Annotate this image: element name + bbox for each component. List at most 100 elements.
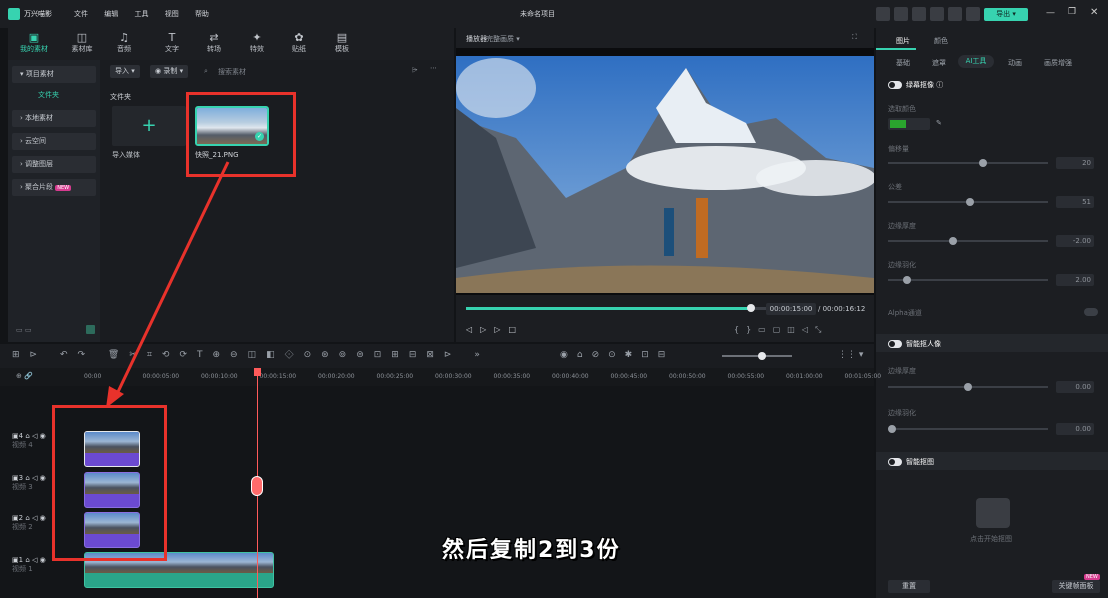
import-media-tile[interactable]: + <box>112 106 186 146</box>
maximize-icon[interactable]: ❐ <box>1068 7 1076 17</box>
import-dropdown[interactable]: 导入 ▾ <box>110 65 140 78</box>
eye-icon[interactable]: ◉ <box>40 556 46 564</box>
menu-file[interactable]: 文件 <box>74 10 88 18</box>
tool-effects[interactable]: ✦ 特效 <box>241 32 273 54</box>
lock-icon[interactable]: ⌂ <box>25 556 29 564</box>
portrait-feather-value[interactable]: 0.00 <box>1056 423 1094 435</box>
tool-audio[interactable]: ♫ 音频 <box>108 32 140 54</box>
folder-icon[interactable]: ▭ ▭ <box>16 326 31 334</box>
zoom-handle[interactable] <box>758 352 766 360</box>
tab-image[interactable]: 图片 <box>896 36 910 46</box>
playhead-marker[interactable] <box>254 368 261 376</box>
alpha-toggle[interactable] <box>1084 308 1098 316</box>
sidebar-item-adjustment[interactable]: › 调整图层 <box>12 156 96 173</box>
eyedropper-icon[interactable]: ✎ <box>936 119 942 127</box>
menu-tools[interactable]: 工具 <box>134 10 148 18</box>
tool-transition[interactable]: ⇄ 转场 <box>198 32 230 54</box>
reset-button[interactable]: 重置 <box>888 580 930 593</box>
tolerance-slider[interactable] <box>888 198 1048 206</box>
filter-icon[interactable]: ⩥ <box>412 66 418 75</box>
track-tools[interactable]: ◉⌂⊘⊙✱⊡⊟ <box>560 350 674 360</box>
collapse-icon[interactable] <box>86 325 95 334</box>
portrait-thickness-slider[interactable] <box>888 383 1048 391</box>
subtab-enhance[interactable]: 画质增强 <box>1044 58 1072 68</box>
minimize-icon[interactable]: — <box>1046 8 1055 18</box>
eye-icon[interactable]: ◉ <box>40 514 46 522</box>
sidebar-item-compound[interactable]: › 聚合片段 NEW <box>12 179 96 196</box>
tool-sticker[interactable]: ✿ 贴纸 <box>283 32 315 54</box>
cutout-toggle[interactable] <box>888 458 902 466</box>
slider-knob[interactable] <box>888 425 896 433</box>
tolerance-value[interactable]: 51 <box>1056 196 1094 208</box>
eye-icon[interactable]: ◉ <box>40 474 46 482</box>
subtab-mask[interactable]: 遮罩 <box>932 58 946 68</box>
portrait-toggle[interactable] <box>888 340 902 348</box>
audio-icon[interactable]: ◁ <box>32 432 37 440</box>
tool-my-media[interactable]: ▣ 我的素材 <box>18 32 50 54</box>
keyframe-button[interactable]: 关键帧面板 <box>1052 580 1100 593</box>
smart-cutout-icon[interactable] <box>976 498 1010 528</box>
video-preview[interactable] <box>456 48 876 295</box>
search-input[interactable]: 搜索素材 <box>218 67 246 77</box>
snapshot-icon[interactable]: ⛶ <box>852 33 857 42</box>
track-header-1[interactable]: ▣1 ⌂ ◁ ◉ 视频 1 <box>12 556 82 594</box>
smart-cutout-section[interactable]: 智能抠图 <box>888 457 934 467</box>
tool-stock[interactable]: ◫ 素材库 <box>66 32 98 54</box>
tool-template[interactable]: ▤ 模板 <box>326 32 358 54</box>
edge-feather-value[interactable]: 2.00 <box>1056 274 1094 286</box>
menu-view[interactable]: 视图 <box>165 10 179 18</box>
track-add-icon[interactable]: ⊕ 🔗 <box>16 372 33 380</box>
monitor-icon[interactable] <box>876 7 890 21</box>
audio-icon[interactable]: ◁ <box>32 556 37 564</box>
preview-tools[interactable]: {}▭▢◫◁⤡ <box>734 325 828 335</box>
grid-icon[interactable] <box>948 7 962 21</box>
edge-thickness-slider[interactable] <box>888 237 1048 245</box>
progress-track[interactable] <box>466 307 766 310</box>
cloud-icon[interactable] <box>912 7 926 21</box>
portrait-thickness-value[interactable]: 0.00 <box>1056 381 1094 393</box>
lock-icon[interactable]: ⌂ <box>25 432 29 440</box>
timeline-ruler[interactable]: ⊕ 🔗 00:00 00:00:05:00 00:00:10:00 00:00:15:… <box>0 368 881 386</box>
export-button[interactable]: 导出 ▾ <box>984 8 1028 21</box>
smart-portrait-section[interactable]: 智能抠人像 <box>888 339 941 349</box>
offset-slider[interactable] <box>888 159 1048 167</box>
edit-tools[interactable]: ⊞⊳ ↶↷ 🗑✂⌗⟲⟳T⊕⊖◫◧⟐⊙⊛⊚⊜⊡⊞⊟⊠⊳ » <box>12 350 490 360</box>
subtab-ai-tools[interactable]: AI工具 <box>958 55 994 68</box>
menu-bar[interactable]: 文件 编辑 工具 视图 帮助 <box>74 9 223 19</box>
sidebar-item-cloud[interactable]: › 云空间 <box>12 133 96 150</box>
close-icon[interactable]: ✕ <box>1090 7 1098 18</box>
lock-icon[interactable]: ⌂ <box>25 514 29 522</box>
record-dropdown[interactable]: ◉ 录制 ▾ <box>150 65 189 78</box>
quality-dropdown[interactable]: 完整画质 ▾ <box>486 34 520 44</box>
slider-knob[interactable] <box>964 383 972 391</box>
slider-knob[interactable] <box>948 237 957 245</box>
zoom-slider[interactable] <box>722 352 792 360</box>
user-icon[interactable] <box>966 7 980 21</box>
slider-knob[interactable] <box>965 198 974 206</box>
slider-knob[interactable] <box>979 159 988 167</box>
portrait-feather-slider[interactable] <box>888 425 1048 433</box>
eye-icon[interactable]: ◉ <box>40 432 46 440</box>
menu-edit[interactable]: 编辑 <box>104 10 118 18</box>
subtab-animation[interactable]: 动画 <box>1008 58 1022 68</box>
save-icon[interactable] <box>894 7 908 21</box>
audio-icon[interactable]: ◁ <box>32 474 37 482</box>
progress-handle[interactable] <box>747 304 755 312</box>
player-tab[interactable]: 播放器 <box>466 34 487 44</box>
lock-icon[interactable]: ⌂ <box>25 474 29 482</box>
sidebar-item-local[interactable]: › 本地素材 <box>12 110 96 127</box>
more-icon[interactable]: ⋯ <box>430 64 437 72</box>
audio-icon[interactable]: ◁ <box>32 514 37 522</box>
title-icons[interactable] <box>872 7 980 23</box>
edge-feather-slider[interactable] <box>888 276 1048 284</box>
playhead-handle[interactable] <box>251 476 263 496</box>
menu-help[interactable]: 帮助 <box>195 10 209 18</box>
layout-icon[interactable]: ⋮⋮ ▾ <box>838 350 863 360</box>
tab-color[interactable]: 颜色 <box>934 36 948 46</box>
sidebar-item-folder[interactable]: 文件夹 <box>38 90 59 100</box>
tool-text[interactable]: T 文字 <box>156 32 188 54</box>
edge-thickness-value[interactable]: -2.00 <box>1056 235 1094 247</box>
sidebar-item-project-media[interactable]: ▾ 项目素材 <box>12 66 96 83</box>
current-time[interactable]: 00:00:15:00 <box>766 303 816 315</box>
color-picker[interactable] <box>888 118 930 130</box>
